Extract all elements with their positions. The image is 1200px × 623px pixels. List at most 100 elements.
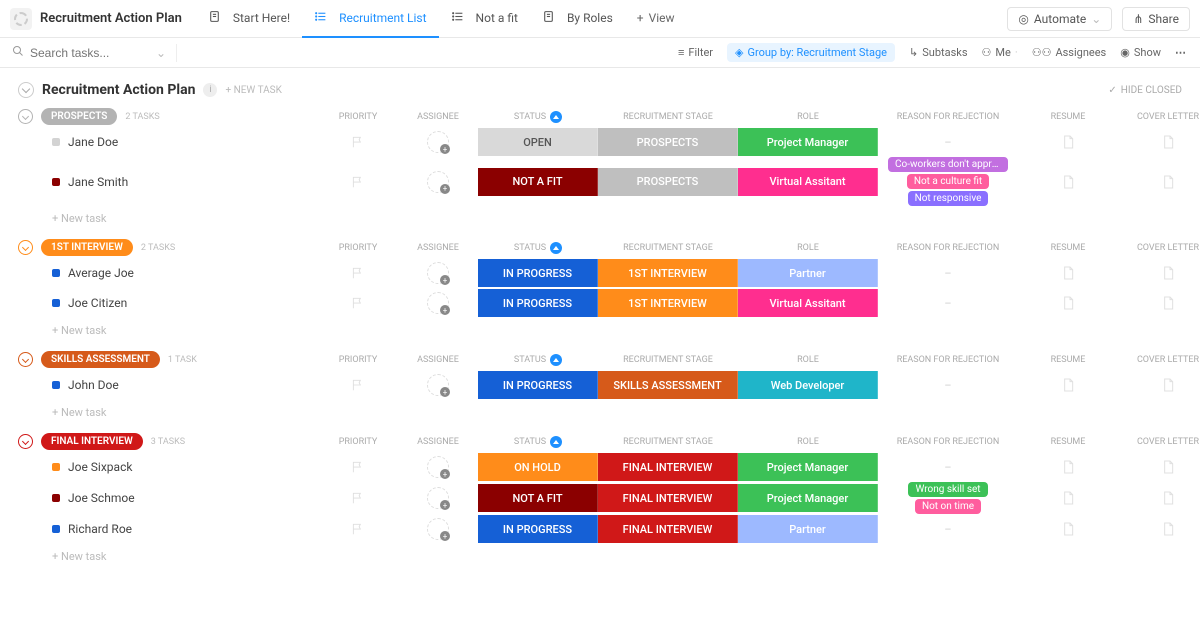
column-header-status[interactable]: STATUS bbox=[478, 436, 598, 448]
share-button[interactable]: ⋔ Share bbox=[1122, 7, 1190, 31]
collapse-list-toggle[interactable] bbox=[18, 82, 34, 98]
rejection-cell[interactable]: – bbox=[878, 523, 1018, 536]
resume-cell[interactable] bbox=[1018, 265, 1118, 281]
table-row[interactable]: John DoeIN PROGRESSSKILLS ASSESSMENTWeb … bbox=[18, 370, 1182, 400]
cover-letter-cell[interactable] bbox=[1118, 377, 1200, 393]
status-cell[interactable]: IN PROGRESS bbox=[478, 371, 598, 399]
status-cell[interactable]: IN PROGRESS bbox=[478, 515, 598, 543]
priority-cell[interactable] bbox=[318, 378, 398, 392]
stage-cell[interactable]: PROSPECTS bbox=[598, 168, 738, 196]
info-icon[interactable]: i bbox=[203, 83, 217, 97]
column-header[interactable]: ROLE bbox=[738, 437, 878, 447]
column-header[interactable]: PRIORITY bbox=[318, 112, 398, 122]
cover-letter-cell[interactable] bbox=[1118, 134, 1200, 150]
group-by-button[interactable]: ◈Group by: Recruitment Stage bbox=[727, 43, 895, 62]
role-cell[interactable]: Virtual Assitant bbox=[738, 168, 878, 196]
rejection-cell[interactable]: – bbox=[878, 297, 1018, 310]
hide-closed-button[interactable]: ✓ HIDE CLOSED bbox=[1108, 85, 1182, 96]
new-task-button[interactable]: + New task bbox=[18, 206, 1182, 225]
assignee-cell[interactable] bbox=[398, 262, 478, 284]
column-header[interactable]: COVER LETTER bbox=[1118, 437, 1200, 447]
column-header[interactable]: REASON FOR REJECTION bbox=[878, 437, 1018, 447]
role-cell[interactable]: Project Manager bbox=[738, 453, 878, 481]
role-cell[interactable]: Web Developer bbox=[738, 371, 878, 399]
cover-letter-cell[interactable] bbox=[1118, 265, 1200, 281]
stage-cell[interactable]: 1ST INTERVIEW bbox=[598, 259, 738, 287]
column-header[interactable]: REASON FOR REJECTION bbox=[878, 243, 1018, 253]
resume-cell[interactable] bbox=[1018, 134, 1118, 150]
stage-cell[interactable]: SKILLS ASSESSMENT bbox=[598, 371, 738, 399]
stage-cell[interactable]: 1ST INTERVIEW bbox=[598, 289, 738, 317]
view-tab-recruitment-list[interactable]: Recruitment List bbox=[302, 0, 438, 38]
cover-letter-cell[interactable] bbox=[1118, 295, 1200, 311]
role-cell[interactable]: Virtual Assitant bbox=[738, 289, 878, 317]
stage-cell[interactable]: FINAL INTERVIEW bbox=[598, 453, 738, 481]
view-tab-start-here-[interactable]: Start Here! bbox=[196, 0, 302, 38]
column-header[interactable]: ROLE bbox=[738, 243, 878, 253]
group-badge[interactable]: SKILLS ASSESSMENT bbox=[41, 351, 160, 368]
column-header[interactable]: ROLE bbox=[738, 355, 878, 365]
column-header[interactable]: PRIORITY bbox=[318, 355, 398, 365]
cover-letter-cell[interactable] bbox=[1118, 521, 1200, 537]
role-cell[interactable]: Project Manager bbox=[738, 128, 878, 156]
column-header[interactable]: ASSIGNEE bbox=[398, 437, 478, 447]
cover-letter-cell[interactable] bbox=[1118, 459, 1200, 475]
status-cell[interactable]: IN PROGRESS bbox=[478, 289, 598, 317]
column-header[interactable]: REASON FOR REJECTION bbox=[878, 112, 1018, 122]
group-toggle[interactable] bbox=[18, 352, 33, 367]
resume-cell[interactable] bbox=[1018, 459, 1118, 475]
resume-cell[interactable] bbox=[1018, 174, 1118, 190]
priority-cell[interactable] bbox=[318, 175, 398, 189]
group-toggle[interactable] bbox=[18, 240, 33, 255]
status-cell[interactable]: NOT A FIT bbox=[478, 168, 598, 196]
column-header[interactable]: COVER LETTER bbox=[1118, 112, 1200, 122]
table-row[interactable]: Joe CitizenIN PROGRESS1ST INTERVIEWVirtu… bbox=[18, 288, 1182, 318]
column-header[interactable]: ASSIGNEE bbox=[398, 355, 478, 365]
status-cell[interactable]: NOT A FIT bbox=[478, 484, 598, 512]
automate-button[interactable]: ◎ Automate ⌄ bbox=[1007, 7, 1112, 31]
add-view-button[interactable]: + View bbox=[625, 0, 687, 38]
filter-button[interactable]: ≡Filter bbox=[678, 46, 713, 59]
priority-cell[interactable] bbox=[318, 460, 398, 474]
column-header[interactable]: RESUME bbox=[1018, 437, 1118, 447]
priority-cell[interactable] bbox=[318, 296, 398, 310]
table-row[interactable]: Average JoeIN PROGRESS1ST INTERVIEWPartn… bbox=[18, 258, 1182, 288]
new-task-button[interactable]: + New task bbox=[18, 400, 1182, 419]
column-header[interactable]: RECRUITMENT STAGE bbox=[598, 355, 738, 365]
more-icon[interactable]: ⋯ bbox=[1175, 46, 1188, 59]
view-tab-not-a-fit[interactable]: Not a fit bbox=[439, 0, 530, 38]
rejection-cell[interactable]: – bbox=[878, 136, 1018, 149]
new-task-button[interactable]: + New task bbox=[18, 318, 1182, 337]
assignees-button[interactable]: ⚇⚇Assignees bbox=[1032, 46, 1107, 59]
stage-cell[interactable]: FINAL INTERVIEW bbox=[598, 515, 738, 543]
role-cell[interactable]: Partner bbox=[738, 515, 878, 543]
group-badge[interactable]: PROSPECTS bbox=[41, 108, 117, 125]
status-cell[interactable]: ON HOLD bbox=[478, 453, 598, 481]
assignee-cell[interactable] bbox=[398, 292, 478, 314]
column-header[interactable]: RESUME bbox=[1018, 243, 1118, 253]
stage-cell[interactable]: PROSPECTS bbox=[598, 128, 738, 156]
column-header[interactable]: ROLE bbox=[738, 112, 878, 122]
role-cell[interactable]: Partner bbox=[738, 259, 878, 287]
priority-cell[interactable] bbox=[318, 522, 398, 536]
rejection-cell[interactable]: – bbox=[878, 267, 1018, 280]
column-header[interactable]: RECRUITMENT STAGE bbox=[598, 437, 738, 447]
group-toggle[interactable] bbox=[18, 434, 33, 449]
assignee-cell[interactable] bbox=[398, 456, 478, 478]
column-header[interactable]: RECRUITMENT STAGE bbox=[598, 243, 738, 253]
group-toggle[interactable] bbox=[18, 109, 33, 124]
column-header[interactable]: PRIORITY bbox=[318, 243, 398, 253]
new-task-top-button[interactable]: + NEW TASK bbox=[225, 85, 281, 96]
table-row[interactable]: Jane DoeOPENPROSPECTSProject Manager– bbox=[18, 127, 1182, 157]
cover-letter-cell[interactable] bbox=[1118, 174, 1200, 190]
table-row[interactable]: Joe SchmoeNOT A FITFINAL INTERVIEWProjec… bbox=[18, 482, 1182, 514]
search-input[interactable] bbox=[30, 46, 140, 60]
assignee-cell[interactable] bbox=[398, 518, 478, 540]
column-header-status[interactable]: STATUS bbox=[478, 242, 598, 254]
column-header-status[interactable]: STATUS bbox=[478, 354, 598, 366]
rejection-cell[interactable]: Wrong skill setNot on time bbox=[878, 482, 1018, 514]
column-header[interactable]: ASSIGNEE bbox=[398, 112, 478, 122]
priority-cell[interactable] bbox=[318, 491, 398, 505]
group-badge[interactable]: 1ST INTERVIEW bbox=[41, 239, 133, 256]
column-header[interactable]: RECRUITMENT STAGE bbox=[598, 112, 738, 122]
